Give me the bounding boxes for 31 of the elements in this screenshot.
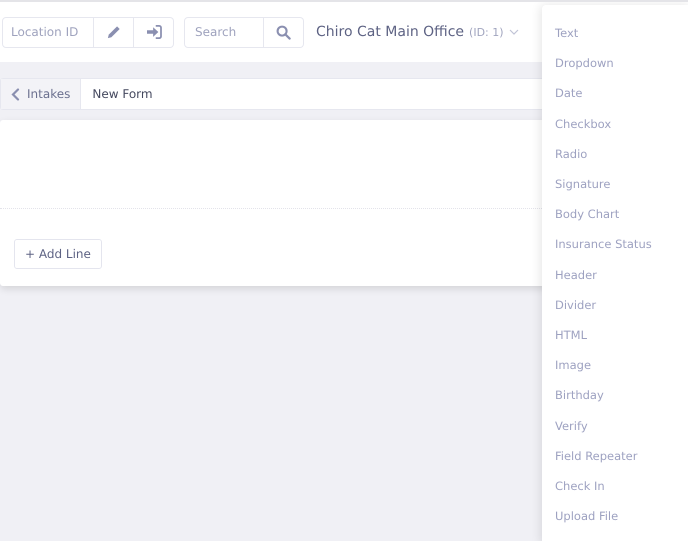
page-title: New Form [91,86,154,103]
chevron-down-icon [508,29,519,35]
search-button[interactable] [264,16,304,48]
menu-item[interactable]: Body Chart [542,199,688,230]
menu-item[interactable]: Divider [542,290,688,320]
menu-item[interactable]: Field Repeater [542,440,688,471]
menu-item[interactable]: Image [542,350,688,380]
edit-button[interactable] [94,16,134,48]
menu-item[interactable]: Upload File [542,501,688,532]
location-id-field[interactable]: Location ID [2,16,94,48]
menu-item[interactable]: Insurance Status [542,229,688,260]
menu-item[interactable]: Signature [542,168,688,200]
menu-item[interactable]: Radio [542,138,688,169]
sign-in-icon [146,25,162,39]
back-link[interactable]: Intakes [1,79,82,109]
chevron-left-icon [11,88,20,100]
menu-item[interactable]: Check In [542,470,688,501]
search-field[interactable]: Search [184,16,264,48]
menu-item[interactable]: Birthday [542,380,688,410]
menu-item[interactable]: Checkbox [542,108,688,139]
menu-item[interactable]: HTML [542,320,688,350]
login-button[interactable] [134,16,174,48]
menu-item[interactable]: Date [542,78,688,109]
menu-item[interactable]: Dropdown [542,48,688,78]
office-selector[interactable]: Chiro Cat Main Office (ID: 1) [316,24,519,40]
add-line-button[interactable]: + Add Line [14,239,102,269]
menu-item[interactable]: Verify [542,410,688,441]
pencil-icon [106,25,120,39]
menu-item[interactable]: Text [542,18,688,48]
search-icon [276,24,291,40]
menu-item[interactable]: Header [542,260,688,290]
